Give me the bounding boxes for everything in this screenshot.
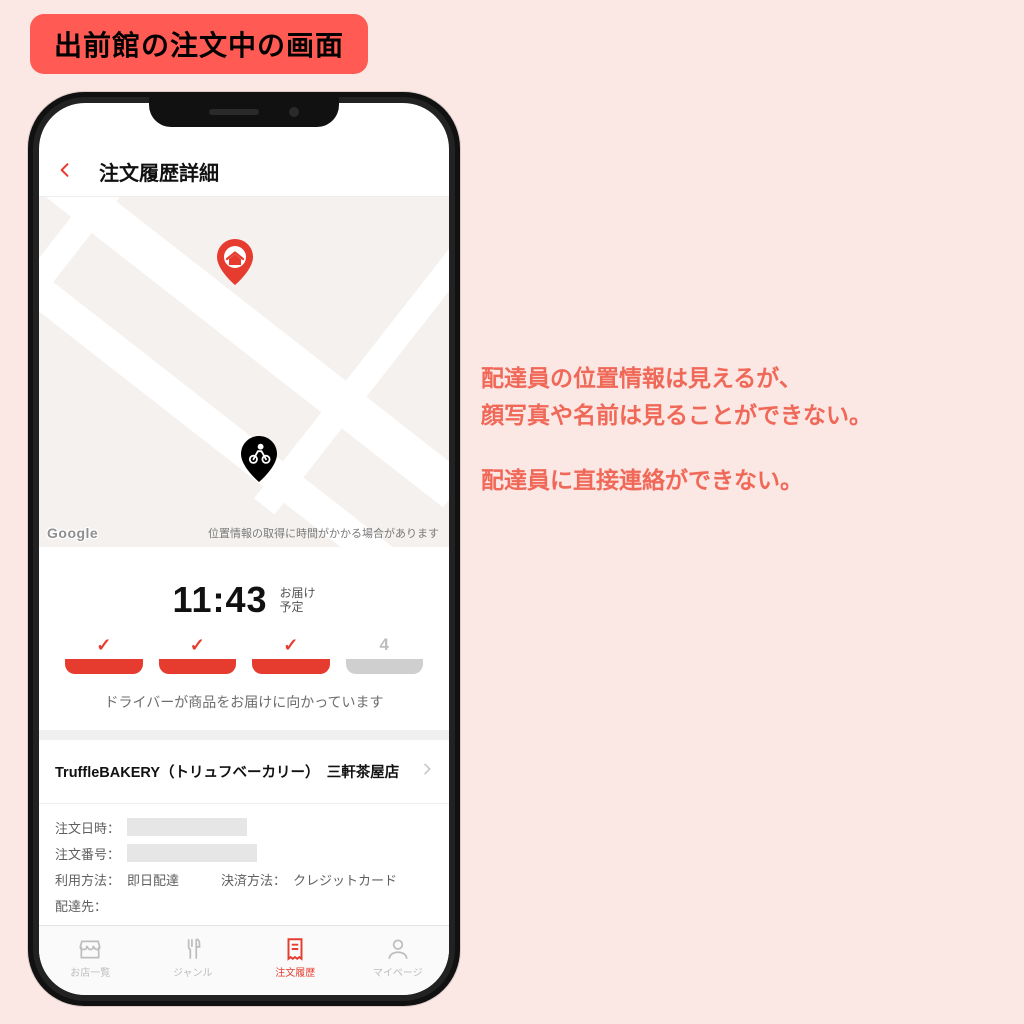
- store-row[interactable]: TruffleBAKERY（トリュフベーカリー） 三軒茶屋店: [39, 740, 449, 804]
- eta-row: 11:43 お届け 予定: [172, 579, 315, 621]
- annotation-text: 配達員の位置情報は見えるが、 顔写真や名前は見ることができない。 配達員に直接連…: [481, 360, 872, 498]
- tab-stores[interactable]: お店一覧: [39, 926, 142, 989]
- check-icon: ✓: [190, 635, 205, 655]
- tab-genre[interactable]: ジャンル: [142, 926, 245, 989]
- order-date-label: 注文日時：: [55, 818, 127, 837]
- section-divider: [39, 730, 449, 740]
- step-number: 4: [380, 635, 389, 655]
- google-attribution: Google: [47, 525, 98, 541]
- eta-time: 11:43: [172, 579, 267, 621]
- cutlery-icon: [180, 936, 206, 962]
- delivery-status-panel: 11:43 お届け 予定 ✓ ✓ ✓: [39, 547, 449, 730]
- tab-label: ジャンル: [173, 964, 213, 979]
- usage-value: 即日配達: [127, 870, 179, 889]
- payment-value: クレジットカード: [293, 870, 397, 889]
- tab-label: お店一覧: [70, 964, 110, 979]
- driver-pin-icon: [239, 436, 279, 489]
- check-icon: ✓: [283, 635, 298, 655]
- annotation-line-1: 配達員の位置情報は見えるが、: [481, 360, 872, 397]
- usage-label: 利用方法：: [55, 870, 127, 889]
- tab-label: 注文履歴: [275, 964, 315, 979]
- step-2: ✓: [159, 635, 237, 674]
- screen-title: 注文履歴詳細: [99, 157, 219, 186]
- tab-label: マイページ: [373, 964, 423, 979]
- home-pin-icon: [215, 239, 255, 292]
- step-1: ✓: [65, 635, 143, 674]
- page-title-chip: 出前館の注文中の画面: [30, 14, 368, 74]
- step-3: ✓: [252, 635, 330, 674]
- step-4: 4: [346, 635, 424, 674]
- tab-order-history[interactable]: 注文履歴: [244, 926, 347, 989]
- chevron-left-icon: [55, 160, 75, 180]
- payment-label: 決済方法：: [221, 870, 293, 889]
- annotation-line-2: 顔写真や名前は見ることができない。: [481, 397, 872, 434]
- phone-frame: 注文履歴詳細: [28, 92, 460, 1006]
- receipt-icon: [282, 936, 308, 962]
- map-notice-text: 位置情報の取得に時間がかかる場合があります: [208, 525, 439, 541]
- delivery-to-label: 配達先：: [55, 896, 127, 915]
- phone-bezel: 注文履歴詳細: [33, 97, 455, 1001]
- annotation-line-3: 配達員に直接連絡ができない。: [481, 462, 872, 499]
- chevron-right-icon: [419, 760, 435, 783]
- app-screen: 注文履歴詳細: [39, 103, 449, 995]
- person-icon: [385, 936, 411, 962]
- storefront-icon: [77, 936, 103, 962]
- status-message: ドライバーが商品をお届けに向かっています: [63, 692, 425, 712]
- bottom-tabbar: お店一覧 ジャンル 注文履歴: [39, 925, 449, 995]
- check-icon: ✓: [96, 635, 111, 655]
- order-no-label: 注文番号：: [55, 844, 127, 863]
- map-view[interactable]: Google 位置情報の取得に時間がかかる場合があります: [39, 197, 449, 547]
- phone-notch: [149, 97, 339, 127]
- order-details: 注文日時： 注文番号： 利用方法： 即日配達 決済方法： クレジットカード: [39, 804, 449, 924]
- progress-steps: ✓ ✓ ✓ 4: [63, 635, 425, 674]
- order-no-value-masked: [127, 844, 257, 862]
- eta-label: お届け 予定: [280, 586, 316, 615]
- store-name: TruffleBAKERY（トリュフベーカリー） 三軒茶屋店: [55, 761, 399, 782]
- tab-mypage[interactable]: マイページ: [347, 926, 450, 989]
- order-date-value-masked: [127, 818, 247, 836]
- back-button[interactable]: [49, 156, 81, 187]
